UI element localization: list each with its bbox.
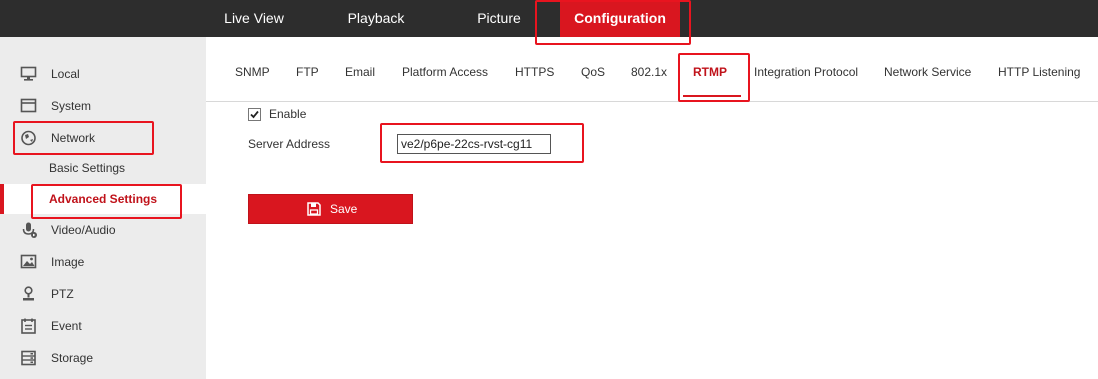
sidebar-item-network[interactable]: Network [0, 122, 206, 154]
tab-qos[interactable]: QoS [581, 62, 605, 82]
event-icon [20, 318, 38, 334]
top-navigation-bar: Live View Playback Picture Configuration [0, 0, 1098, 37]
save-button-label: Save [330, 202, 358, 216]
server-address-input[interactable] [397, 134, 551, 154]
top-tab-configuration[interactable]: Configuration [560, 0, 680, 37]
sidebar-item-local[interactable]: Local [0, 58, 206, 90]
tab-ftp[interactable]: FTP [296, 62, 319, 82]
tab-802-1x[interactable]: 802.1x [631, 62, 667, 82]
sidebar-item-storage[interactable]: Storage [0, 342, 206, 374]
active-tab-underline [683, 95, 741, 97]
sidebar-item-system[interactable]: System [0, 90, 206, 122]
sidebar-item-video-audio[interactable]: Video/Audio [0, 214, 206, 246]
sidebar-item-label: Event [51, 319, 82, 333]
storage-icon [20, 350, 38, 366]
tab-snmp[interactable]: SNMP [235, 62, 270, 82]
sidebar-subitem-basic-settings[interactable]: Basic Settings [0, 153, 206, 183]
globe-icon [20, 130, 38, 146]
network-advanced-tabs: SNMP FTP Email Platform Access HTTPS QoS… [206, 37, 1098, 102]
sidebar-item-event[interactable]: Event [0, 310, 206, 342]
tab-email[interactable]: Email [345, 62, 375, 82]
sidebar-item-label: PTZ [51, 287, 74, 301]
tab-http-listening[interactable]: HTTP Listening [998, 62, 1080, 82]
server-address-label: Server Address [248, 137, 331, 151]
sidebar-item-label: Video/Audio [51, 223, 116, 237]
tab-integration-protocol[interactable]: Integration Protocol [754, 62, 858, 82]
sidebar-item-image[interactable]: Image [0, 246, 206, 278]
top-tab-live-view[interactable]: Live View [205, 0, 303, 37]
system-icon [20, 98, 38, 114]
sidebar-item-label: Local [51, 67, 80, 81]
microphone-icon [20, 222, 38, 238]
tab-network-service[interactable]: Network Service [884, 62, 971, 82]
sidebar-item-ptz[interactable]: PTZ [0, 278, 206, 310]
sidebar-subitem-advanced-settings[interactable]: Advanced Settings [0, 184, 206, 214]
sidebar-subitem-label: Basic Settings [49, 161, 126, 175]
floppy-disk-icon [307, 202, 321, 216]
sidebar-subitem-label: Advanced Settings [49, 192, 158, 206]
tab-https[interactable]: HTTPS [515, 62, 554, 82]
top-tab-playback[interactable]: Playback [327, 0, 425, 37]
tab-rtmp[interactable]: RTMP [693, 62, 727, 82]
monitor-icon [20, 66, 38, 82]
top-tab-picture[interactable]: Picture [450, 0, 548, 37]
image-icon [20, 254, 38, 270]
tab-platform-access[interactable]: Platform Access [402, 62, 488, 82]
ptz-icon [20, 286, 38, 302]
enable-checkbox[interactable] [248, 108, 261, 121]
save-button[interactable]: Save [248, 194, 413, 224]
checkmark-icon [250, 110, 259, 119]
sidebar: Local System Network Basic Settings Adva… [0, 37, 206, 379]
sidebar-item-label: System [51, 99, 92, 113]
sidebar-item-label: Image [51, 255, 85, 269]
sidebar-item-label: Network [51, 131, 96, 145]
sidebar-item-label: Storage [51, 351, 94, 365]
enable-label: Enable [269, 107, 307, 121]
